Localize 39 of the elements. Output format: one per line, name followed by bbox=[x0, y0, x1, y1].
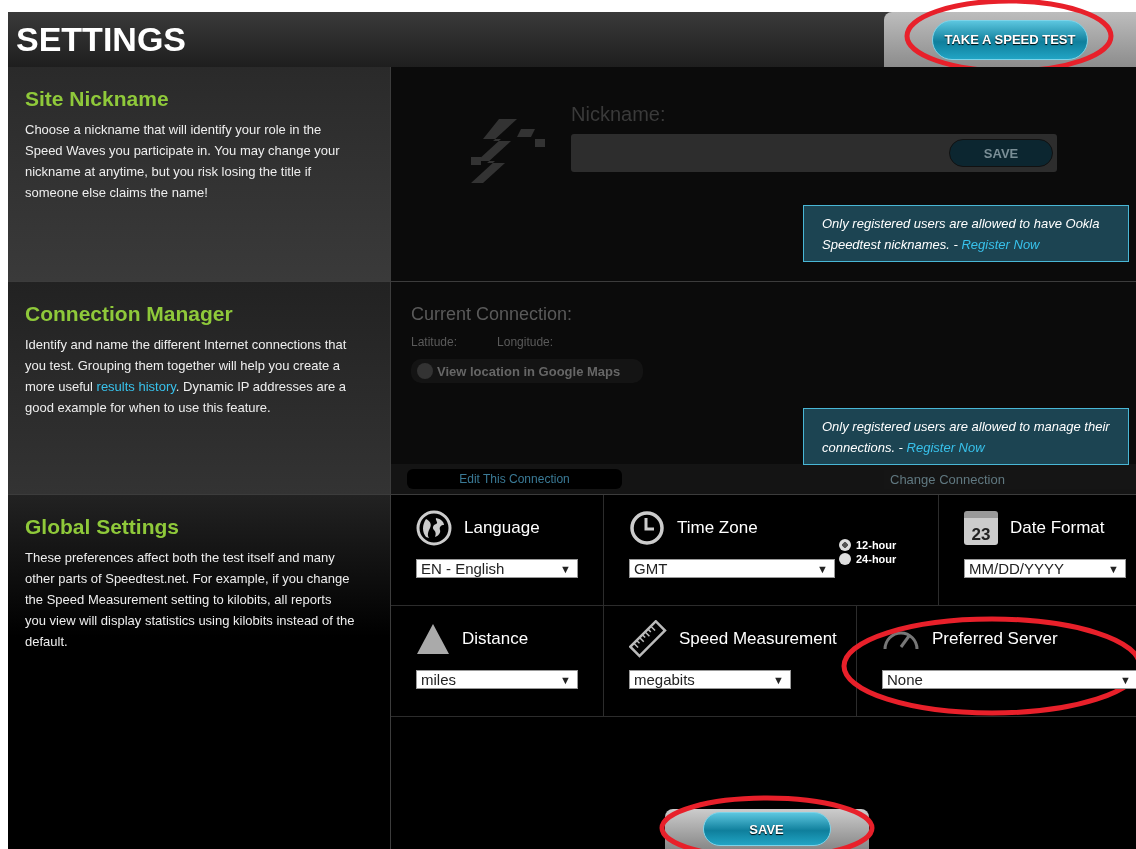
triangle-icon bbox=[416, 623, 450, 655]
speed-waves-logo-icon bbox=[469, 117, 547, 183]
current-connection-label: Current Connection: bbox=[411, 304, 574, 325]
setting-label: Speed Measurement bbox=[679, 629, 837, 649]
calendar-icon: 23 bbox=[964, 511, 998, 545]
section-description: Identify and name the different Internet connections that you test. Grouping them together will help you create a more useful results history. Dynamic IP addresses are a good example for when to use this feature. bbox=[25, 336, 348, 417]
section-title: Connection Manager bbox=[25, 302, 234, 326]
section-description: These preferences affect both the test itself and many other parts of Speedtest.net. For example, if you change the Speed Measurement setting to kilobits, all reports you view will display statistics using kilobits instead of the default. bbox=[25, 549, 355, 651]
setting-label: Language bbox=[464, 518, 540, 538]
setting-label: Preferred Server bbox=[932, 629, 1058, 649]
clock-icon bbox=[629, 510, 665, 546]
registration-notice: Only registered users are allowed to manage their connections. - Register Now bbox=[803, 408, 1129, 465]
section-title: Global Settings bbox=[25, 515, 180, 539]
setting-label: Date Format bbox=[1010, 518, 1105, 538]
setting-select[interactable]: MM/DD/YYYY ▼ bbox=[964, 559, 1126, 578]
section-description: Choose a nickname that will identify your role in the Speed Waves you participate in. You may change your nickname at anytime, but you risk losing the title if someone else claims the name! bbox=[25, 121, 341, 202]
section-title: Site Nickname bbox=[25, 87, 170, 111]
setting-select[interactable]: None ▼ bbox=[882, 670, 1136, 689]
setting-select[interactable]: EN - English ▼ bbox=[416, 559, 578, 578]
save-button[interactable]: SAVE bbox=[702, 812, 831, 846]
results-history-link[interactable]: results history bbox=[96, 379, 176, 394]
latitude-label: Latitude: bbox=[411, 335, 458, 349]
register-link[interactable]: Register Now bbox=[906, 440, 985, 455]
setting-label: Distance bbox=[462, 629, 529, 649]
speed-test-button[interactable]: TAKE A SPEED TEST bbox=[932, 19, 1088, 60]
register-link[interactable]: Register Now bbox=[961, 237, 1040, 252]
setting-select[interactable]: megabits ▼ bbox=[629, 670, 791, 689]
time-format-radio[interactable]: 12-hour bbox=[839, 539, 897, 551]
page-title: SETTINGS bbox=[16, 20, 187, 59]
nickname-field[interactable]: SAVE bbox=[571, 134, 1057, 172]
save-button[interactable]: SAVE bbox=[949, 139, 1053, 167]
setting-label: Time Zone bbox=[677, 518, 758, 538]
registration-notice: Only registered users are allowed to have Ookla Speedtest nicknames. - Register Now bbox=[803, 205, 1129, 262]
setting-select[interactable]: GMT ▼ bbox=[629, 559, 835, 578]
setting-select[interactable]: miles ▼ bbox=[416, 670, 578, 689]
ruler-icon bbox=[629, 620, 667, 658]
edit-connection-button[interactable]: Edit This Connection bbox=[407, 469, 622, 489]
time-format-radio[interactable]: 24-hour bbox=[839, 553, 897, 565]
longitude-label: Longitude: bbox=[497, 335, 554, 349]
